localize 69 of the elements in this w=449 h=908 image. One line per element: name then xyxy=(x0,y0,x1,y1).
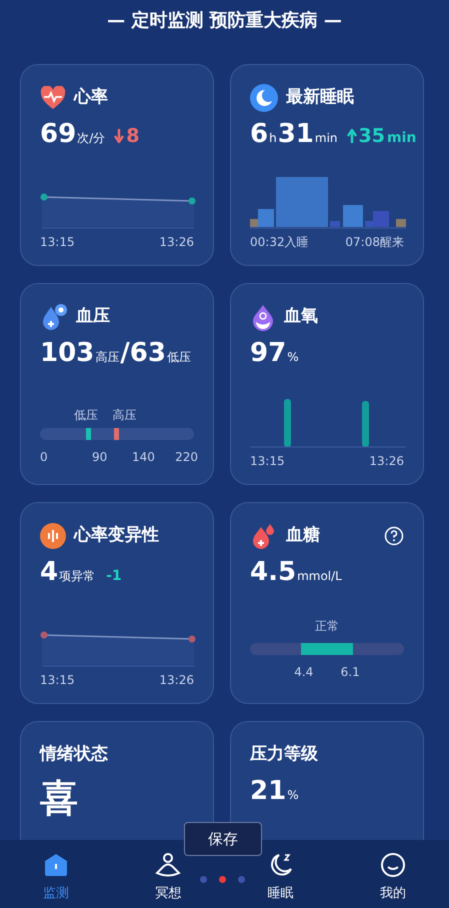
nav-tab[interactable]: 我的 xyxy=(336,852,449,904)
home-icon xyxy=(43,852,70,878)
oxygen-drop-icon xyxy=(250,303,276,331)
axis-label: 13:15 xyxy=(250,453,285,470)
axis-label: 00:32入睡 xyxy=(250,234,309,251)
card-title: 心率变异性 xyxy=(74,524,159,548)
range-caption: 正常 xyxy=(315,618,339,635)
card-title: 血糖 xyxy=(286,524,320,548)
unit-label: mmol/L xyxy=(297,568,342,585)
metric-value: 97 xyxy=(250,337,286,370)
help-icon[interactable] xyxy=(384,526,404,546)
arrow-up-icon xyxy=(346,129,357,144)
heart-pulse-icon xyxy=(40,86,66,110)
card-title: 心率 xyxy=(74,86,108,110)
axis-label: 07:08醒来 xyxy=(345,234,404,251)
unit-label: 低压 xyxy=(166,349,191,366)
metric-value: /63 xyxy=(120,337,166,370)
axis-label: 13:26 xyxy=(159,234,194,251)
unit-label: 次/分 xyxy=(77,130,106,147)
arrow-down-icon xyxy=(114,129,124,144)
axis-label: 13:15 xyxy=(40,672,75,689)
unit-label: % xyxy=(287,787,299,804)
metric-value: 6 xyxy=(250,118,268,151)
axis-label: 90 xyxy=(92,449,108,466)
metric-value: 4 xyxy=(40,556,58,589)
page-heading: — 定时监测 预防重大疾病 — xyxy=(107,8,342,32)
metric-card[interactable]: 血氧 97% 13:15 13:26 xyxy=(230,283,424,485)
unit-label: 高压 xyxy=(95,349,120,366)
change-unit: -1 xyxy=(106,567,122,586)
axis-label: 4.4 xyxy=(293,664,314,681)
axis-label: 13:26 xyxy=(159,672,194,689)
axis-label: 13:26 xyxy=(369,453,404,470)
meditation-person-icon xyxy=(155,852,182,878)
axis-label: 13:15 xyxy=(40,234,75,251)
nav-tab[interactable]: 监测 xyxy=(0,852,112,904)
unit-label: min xyxy=(314,130,338,147)
card-title: 血氧 xyxy=(284,305,318,328)
metric-card[interactable]: 心率 69 次/分 8 13:15 13:26 xyxy=(20,64,214,266)
sound-wave-icon xyxy=(40,523,66,549)
drop-plus-icon xyxy=(40,303,68,331)
metric-value: 喜 xyxy=(40,775,78,822)
scale-marker-label: 低压 xyxy=(74,407,98,424)
unit-label: 项异常 xyxy=(59,568,96,585)
metric-card[interactable]: 最新睡眠 6 h 31 min 35 min 00:32入睡 07:08醒来 xyxy=(230,64,424,266)
metric-card[interactable]: 血压 103 高压/63 低压 低压 高压 0 90 140 220 xyxy=(20,283,214,485)
axis-label: 140 xyxy=(132,449,156,466)
card-title: 压力等级 xyxy=(250,743,318,766)
card-title: 最新睡眠 xyxy=(286,86,354,110)
axis-label: 220 xyxy=(174,449,198,466)
scale-marker-label: 高压 xyxy=(112,407,136,424)
change-unit: min xyxy=(386,129,416,148)
moon-icon xyxy=(250,84,278,112)
metric-value: 4.5 xyxy=(250,556,296,589)
card-title: 血压 xyxy=(76,305,110,328)
metric-value: 103 xyxy=(40,337,94,370)
axis-label: 0 xyxy=(40,449,49,466)
card-title: 情绪状态 xyxy=(40,743,108,766)
change-value: 8 xyxy=(126,124,140,149)
change-value: 35 xyxy=(358,124,385,149)
metric-card[interactable]: 血糖 4.5 mmol/L 正常 4.4 6.1 xyxy=(230,502,424,704)
axis-label: 6.1 xyxy=(340,664,361,681)
save-button[interactable]: 保存 xyxy=(184,822,262,856)
metric-value: 21 xyxy=(250,775,286,808)
metric-value: 69 xyxy=(40,118,76,151)
unit-label: % xyxy=(287,349,299,366)
unit-label: h xyxy=(269,130,277,147)
smile-icon xyxy=(380,852,406,878)
metric-value: 31 xyxy=(278,118,314,151)
metric-card[interactable]: 心率变异性 4项异常 -1 13:15 13:26 xyxy=(20,502,214,704)
